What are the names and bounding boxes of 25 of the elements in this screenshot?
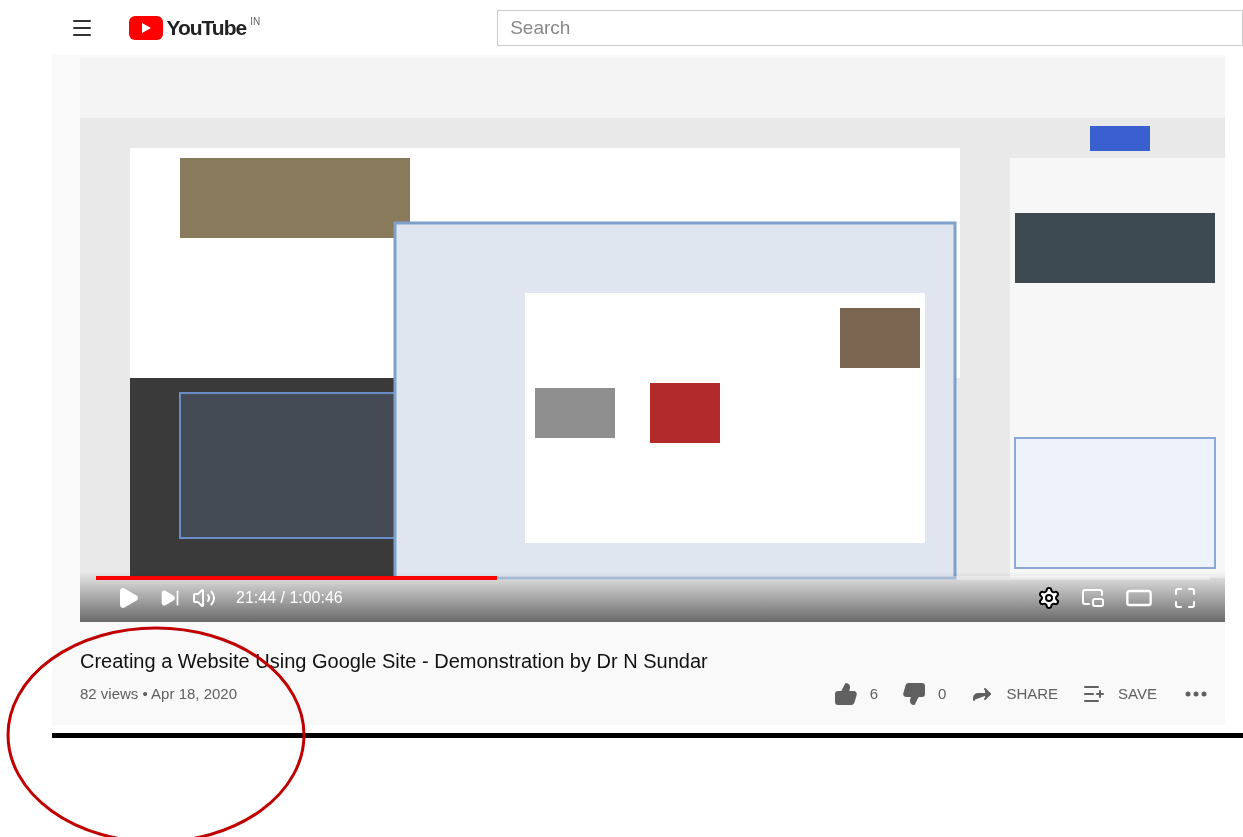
like-button[interactable]: 6 [833,682,879,706]
miniplayer-button[interactable] [1081,586,1105,610]
region-code: IN [250,15,261,28]
dislike-button[interactable]: 0 [902,682,947,706]
view-count-date: 82 views • Apr 18, 2020 [80,683,238,704]
speaker-icon [192,586,216,610]
more-button[interactable] [1185,691,1207,697]
more-icon [1185,691,1207,697]
miniplayer-icon [1081,586,1105,610]
settings-icon [1037,586,1061,610]
share-button[interactable]: SHARE [970,682,1059,706]
fullscreen-icon [1173,586,1197,610]
time-display: 21:44 / 1:00:46 [236,588,343,608]
next-button[interactable] [160,588,180,608]
volume-button[interactable] [192,586,216,610]
logo-text: YouTube [166,15,247,40]
save-button[interactable]: SAVE [1082,682,1157,706]
thumbs-up-icon [833,682,858,706]
fullscreen-button[interactable] [1173,586,1197,610]
search-field[interactable]: Search [497,9,1243,46]
play-logo-icon [129,15,164,40]
thumbs-down-icon [902,682,927,706]
next-icon [160,588,180,608]
settings-button[interactable] [1037,586,1061,610]
progress-track[interactable] [96,576,1210,580]
